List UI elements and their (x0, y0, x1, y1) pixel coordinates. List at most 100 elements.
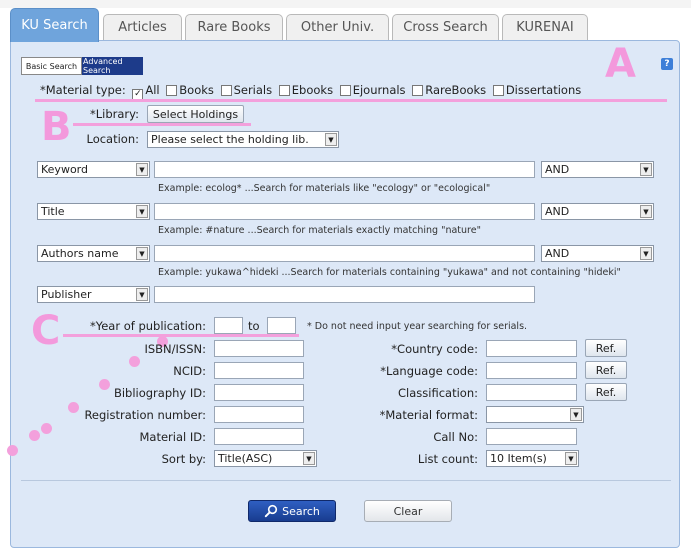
field-select-3[interactable]: Authors name ▼ (37, 245, 150, 262)
checkbox-serials[interactable] (220, 85, 232, 96)
classification-label: Classification: (398, 386, 478, 400)
operator-select-2[interactable]: AND ▼ (541, 203, 654, 220)
authors-input[interactable] (154, 245, 535, 262)
divider (21, 480, 671, 481)
isbn-input[interactable] (214, 340, 304, 357)
tab-ku-search[interactable]: KU Search (10, 8, 99, 42)
checkbox-books[interactable] (166, 85, 178, 96)
basic-search-button[interactable]: Basic Search (21, 57, 82, 75)
sort-by-label: Sort by: (161, 452, 206, 466)
field-select-1[interactable]: Keyword ▼ (37, 161, 150, 178)
operator-select-1[interactable]: AND ▼ (541, 161, 654, 178)
checkbox-dissertations[interactable] (492, 85, 504, 96)
title-example: Example: #nature ...Search for materials… (158, 225, 481, 236)
year-to-input[interactable] (267, 317, 296, 334)
call-no-label: Call No: (433, 430, 478, 444)
classification-input[interactable] (486, 384, 577, 401)
language-code-input[interactable] (486, 362, 577, 379)
annotation-dot (7, 445, 18, 456)
location-select-value: Please select the holding lib. (151, 133, 309, 146)
list-count-label: List count: (417, 452, 478, 466)
year-to-label: to (248, 319, 260, 333)
operator-select-2-value: AND (545, 205, 570, 218)
field-select-4-value: Publisher (41, 288, 92, 301)
registration-number-label: Registration number: (84, 408, 206, 422)
annotation-letter-b: B (41, 104, 72, 150)
material-id-label: Material ID: (139, 430, 207, 444)
checkbox-serials-label: Serials (233, 83, 273, 97)
year-from-input[interactable] (214, 317, 243, 334)
advanced-search-button[interactable]: Advanced Search (82, 57, 143, 75)
field-select-1-value: Keyword (41, 163, 88, 176)
call-no-input[interactable] (486, 428, 577, 445)
operator-select-3-value: AND (545, 247, 570, 260)
search-panel: Basic Search Advanced Search ? A *Materi… (7, 40, 680, 548)
registration-number-input[interactable] (214, 406, 304, 423)
country-ref-button[interactable]: Ref. (585, 339, 627, 357)
material-type-row: *Material type: ✓ All Books Serials Ebook… (40, 83, 581, 100)
country-code-input[interactable] (486, 340, 577, 357)
tab-kurenai[interactable]: KURENAI (502, 14, 588, 40)
chevron-down-icon: ▼ (640, 163, 652, 176)
list-count-select[interactable]: 10 Item(s) ▼ (486, 450, 579, 467)
chevron-down-icon: ▼ (325, 133, 337, 146)
ncid-label: NCID: (173, 364, 206, 378)
chevron-down-icon: ▼ (136, 247, 148, 260)
help-icon[interactable]: ? (661, 58, 673, 70)
checkbox-ejournals[interactable] (339, 85, 351, 96)
material-format-label: *Material format: (379, 408, 478, 422)
chevron-down-icon: ▼ (136, 288, 148, 301)
checkbox-rarebooks-label: RareBooks (425, 83, 487, 97)
field-select-4[interactable]: Publisher ▼ (37, 286, 150, 303)
operator-select-3[interactable]: AND ▼ (541, 245, 654, 262)
language-code-label: *Language code: (380, 364, 478, 378)
sort-by-select[interactable]: Title(ASC) ▼ (214, 450, 317, 467)
top-strip (0, 0, 691, 8)
chevron-down-icon: ▼ (565, 452, 577, 465)
chevron-down-icon: ▼ (640, 205, 652, 218)
chevron-down-icon: ▼ (303, 452, 315, 465)
bibliography-id-label: Bibliography ID: (113, 386, 206, 400)
select-holdings-button[interactable]: Select Holdings (147, 105, 244, 123)
chevron-down-icon: ▼ (136, 163, 148, 176)
tab-articles[interactable]: Articles (103, 14, 182, 40)
checkbox-books-label: Books (179, 83, 214, 97)
material-format-select[interactable]: ▼ (486, 406, 584, 423)
checkbox-rarebooks[interactable] (412, 85, 424, 96)
search-button[interactable]: Search (248, 500, 336, 522)
location-select[interactable]: Please select the holding lib. ▼ (147, 131, 339, 148)
annotation-underline-b (73, 123, 251, 126)
chevron-down-icon: ▼ (640, 247, 652, 260)
material-type-label: *Material type: (40, 83, 126, 97)
clear-button[interactable]: Clear (364, 500, 452, 522)
checkbox-ebooks[interactable] (278, 85, 290, 96)
material-id-input[interactable] (214, 428, 304, 445)
annotation-underline-a (35, 99, 667, 102)
field-select-3-value: Authors name (41, 247, 119, 260)
tab-cross-search[interactable]: Cross Search (392, 14, 499, 40)
tab-other-univ[interactable]: Other Univ. (286, 14, 389, 40)
list-count-value: 10 Item(s) (490, 452, 547, 465)
publisher-input[interactable] (154, 286, 535, 303)
language-ref-button[interactable]: Ref. (585, 361, 627, 379)
chevron-down-icon: ▼ (570, 408, 582, 421)
checkbox-ebooks-label: Ebooks (291, 83, 334, 97)
checkbox-ejournals-label: Ejournals (352, 83, 406, 97)
search-icon (264, 504, 278, 518)
annotation-letter-a: A (605, 41, 636, 87)
year-label: *Year of publication: (89, 319, 206, 333)
keyword-input[interactable] (154, 161, 535, 178)
authors-example: Example: yukawa^hideki ...Search for mat… (158, 267, 621, 278)
tab-rare-books[interactable]: Rare Books (185, 14, 283, 40)
ncid-input[interactable] (214, 362, 304, 379)
location-label: Location: (86, 132, 139, 146)
classification-ref-button[interactable]: Ref. (585, 383, 627, 401)
sort-by-value: Title(ASC) (218, 452, 273, 465)
bibliography-id-input[interactable] (214, 384, 304, 401)
checkbox-dissertations-label: Dissertations (505, 83, 582, 97)
title-input[interactable] (154, 203, 535, 220)
annotation-underline-c (63, 334, 299, 337)
field-select-2[interactable]: Title ▼ (37, 203, 150, 220)
checkbox-all-label: All (145, 83, 160, 97)
country-code-label: *Country code: (391, 342, 478, 356)
